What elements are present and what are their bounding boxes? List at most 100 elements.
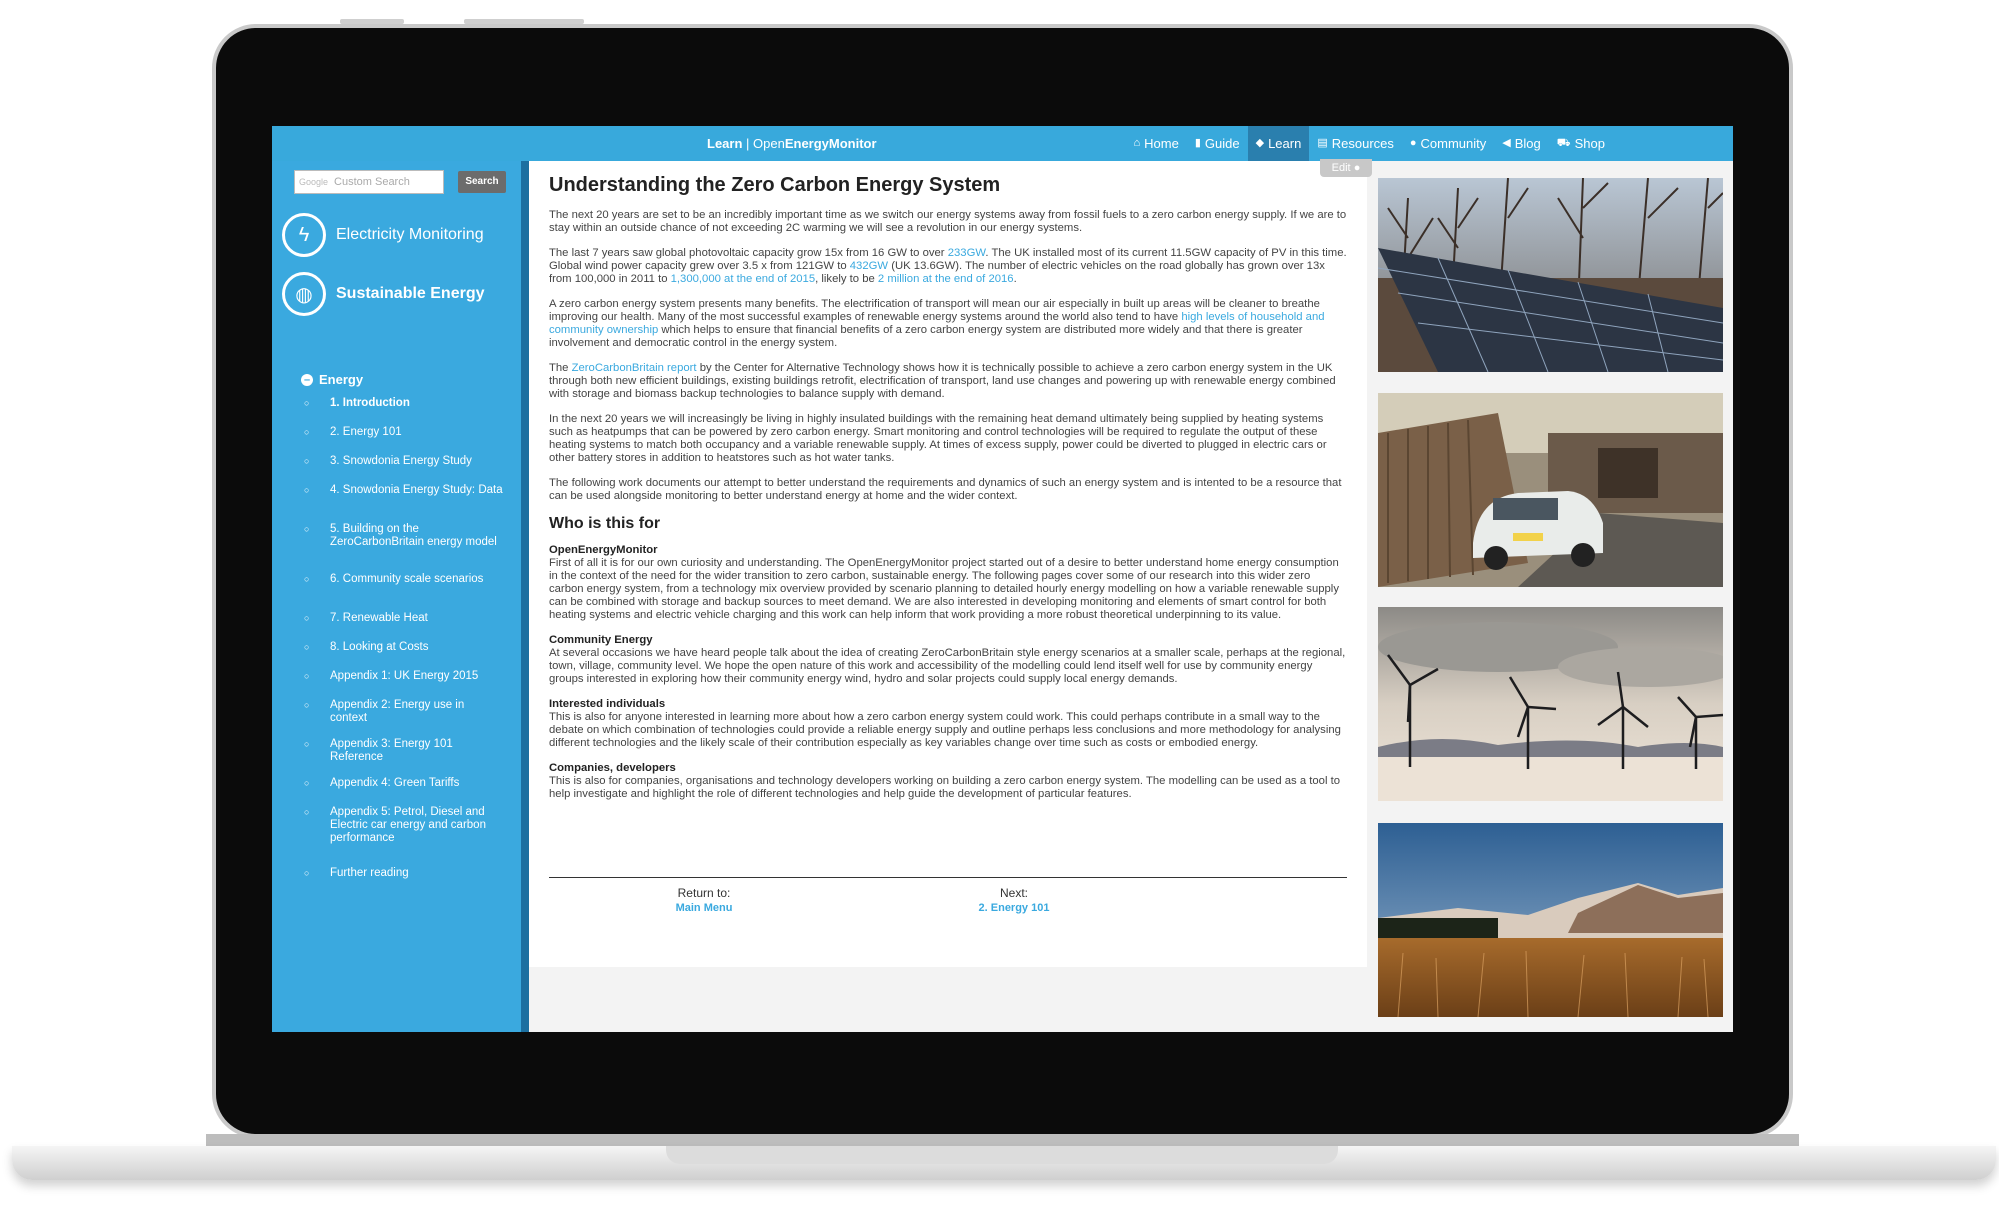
toc-item[interactable]: ○ Appendix 1: UK Energy 2015 <box>304 670 504 683</box>
paragraph: The following work documents our attempt… <box>549 477 1342 502</box>
toc-item[interactable]: ○ Appendix 2: Energy use in context <box>304 699 504 725</box>
link[interactable]: 2 million at the end of 2016 <box>878 273 1014 285</box>
toc-item[interactable]: ○ 4. Snowdonia Energy Study: Data <box>304 484 504 497</box>
brand-separator: | <box>742 136 754 151</box>
text: , likely to be <box>815 273 878 285</box>
nav-label: Home <box>1144 136 1179 151</box>
sidebar-scrollbar[interactable] <box>521 161 529 1032</box>
bullet-icon: ○ <box>304 456 310 466</box>
toc-item[interactable]: ○ 5. Building on the ZeroCarbonBritain en… <box>304 523 504 549</box>
main-menu-link[interactable]: Main Menu <box>554 901 854 916</box>
site-brand[interactable]: Learn | OpenEnergyMonitor <box>707 126 877 161</box>
nav-community[interactable]: ● Community <box>1402 126 1494 161</box>
link[interactable]: 432GW <box>850 260 888 272</box>
bullet-icon: ○ <box>304 642 310 652</box>
screen: Learn | OpenEnergyMonitor ⌂ Home ▮ Guide ◆ Le… <box>272 126 1733 1032</box>
bullet-icon: ○ <box>304 427 310 437</box>
toc-item[interactable]: ○ Appendix 5: Petrol, Diesel and Electric… <box>304 806 504 845</box>
nav-learn[interactable]: ◆ Learn <box>1247 126 1310 161</box>
section-energy[interactable]: – Energy <box>301 372 363 387</box>
paragraph: In the next 20 years we will increasingl… <box>549 413 1327 464</box>
section-label: Energy <box>319 372 364 387</box>
bullet-icon: ○ <box>304 700 310 710</box>
next-label: Next: <box>999 886 1028 900</box>
pager-next: Next: 2. Energy 101 <box>864 886 1164 916</box>
text: The <box>549 362 572 374</box>
toc-item[interactable]: ○ 8. Looking at Costs <box>304 641 504 654</box>
toc-label: 5. Building on the ZeroCarbonBritain ene… <box>330 523 497 548</box>
next-page-link[interactable]: 2. Energy 101 <box>864 901 1164 916</box>
toc-item[interactable]: ○ Appendix 4: Green Tariffs <box>304 777 504 790</box>
edit-button[interactable]: Edit ● <box>1320 159 1372 177</box>
subsection-heading: OpenEnergyMonitor <box>549 544 658 556</box>
search-brand: Google <box>299 177 329 187</box>
category-electricity-monitoring[interactable]: ϟ Electricity Monitoring <box>282 213 484 257</box>
toc-item[interactable]: ○ 2. Energy 101 <box>304 426 504 439</box>
nav-blog[interactable]: ◀ Blog <box>1494 126 1549 161</box>
mountain-landscape-photo <box>1378 823 1723 1017</box>
toc-label: Appendix 5: Petrol, Diesel and Electric … <box>330 806 486 844</box>
bolt-icon: ϟ <box>282 213 326 257</box>
link[interactable]: 233GW <box>948 247 986 259</box>
nav-resources[interactable]: ▤ Resources <box>1309 126 1402 161</box>
cart-icon: ⛟ <box>1556 137 1571 149</box>
bullet-icon: ○ <box>304 398 310 408</box>
paragraph: A zero carbon energy system presents man… <box>549 298 1347 350</box>
text: The last 7 years saw global photovoltaic… <box>549 247 948 259</box>
bullet-icon: ○ <box>304 574 310 584</box>
nav-label: Learn <box>1268 136 1302 151</box>
page-title: Understanding the Zero Carbon Energy Sys… <box>549 174 1001 196</box>
text: . <box>1013 273 1017 285</box>
nav-label: Blog <box>1514 136 1541 151</box>
laptop-notch <box>666 1146 1338 1164</box>
wind-turbines-photo <box>1378 607 1723 801</box>
return-label: Return to: <box>677 886 731 900</box>
edit-label: Edit <box>1331 162 1351 174</box>
category-sustainable-energy[interactable]: ◍ Sustainable Energy <box>282 272 485 316</box>
book-icon: ▮ <box>1194 137 1201 149</box>
bullet-icon: ○ <box>304 868 310 878</box>
subsection-heading: Companies, developers <box>549 762 676 774</box>
bullet-icon: ○ <box>304 613 310 623</box>
toc-label: Appendix 4: Green Tariffs <box>330 777 460 789</box>
comments-icon: ● <box>1409 137 1417 149</box>
subsection-heading: Community Energy <box>549 634 653 646</box>
category-label: Electricity Monitoring <box>336 226 484 243</box>
link[interactable]: ZeroCarbonBritain report <box>572 362 697 374</box>
toc-item[interactable]: ○ Further reading <box>304 867 504 880</box>
pager: Return to: Main Menu Next: 2. Energy 101 <box>549 877 1347 914</box>
nav-guide[interactable]: ▮ Guide <box>1187 126 1248 161</box>
home-icon: ⌂ <box>1133 137 1141 149</box>
toc-label: 3. Snowdonia Energy Study <box>330 455 472 467</box>
audience-sections: OpenEnergyMonitor First of all it is for … <box>549 544 1347 801</box>
article: Understanding the Zero Carbon Energy Sys… <box>549 173 1347 813</box>
globe-icon: ◍ <box>282 272 326 316</box>
subsection-text: This is also for anyone interested in le… <box>549 711 1341 749</box>
toc-item[interactable]: ○ 7. Renewable Heat <box>304 612 504 625</box>
bullet-icon: ○ <box>304 807 310 817</box>
bullet-icon: ○ <box>304 524 310 534</box>
toc-item[interactable]: ○ Appendix 3: Energy 101 Reference <box>304 738 504 764</box>
minus-circle-icon: – <box>301 373 313 386</box>
graduation-cap-icon: ◆ <box>1255 137 1265 149</box>
nav-label: Guide <box>1204 136 1240 151</box>
toc-item[interactable]: ○ 1. Introduction <box>304 397 504 410</box>
toc-label: Further reading <box>330 867 409 879</box>
article-panel: Understanding the Zero Carbon Energy Sys… <box>529 161 1367 967</box>
search-button[interactable]: Search <box>458 171 506 193</box>
nav-shop[interactable]: ⛟ Shop <box>1549 126 1613 161</box>
nav-home[interactable]: ⌂ Home <box>1126 126 1187 161</box>
subsection-text: At several occasions we have heard peopl… <box>549 647 1346 685</box>
toc-item[interactable]: ○ 3. Snowdonia Energy Study <box>304 455 504 468</box>
toc-label: 8. Looking at Costs <box>330 641 429 653</box>
toc-label: 1. Introduction <box>330 397 410 409</box>
nav-label: Resources <box>1331 136 1394 151</box>
github-icon: ● <box>1353 162 1361 174</box>
search-placeholder: Custom Search <box>334 176 410 188</box>
text: which helps to ensure that financial ben… <box>549 324 1303 349</box>
subsection-heading: Interested individuals <box>549 698 666 710</box>
toc-item[interactable]: ○ 6. Community scale scenarios <box>304 573 504 586</box>
search-input[interactable]: Google Custom Search <box>294 170 444 194</box>
link[interactable]: 1,300,000 at the end of 2015 <box>671 273 815 285</box>
nav-menu: ⌂ Home ▮ Guide ◆ Learn ▤ Resources ● Community ◀ Bl… <box>1126 126 1614 161</box>
